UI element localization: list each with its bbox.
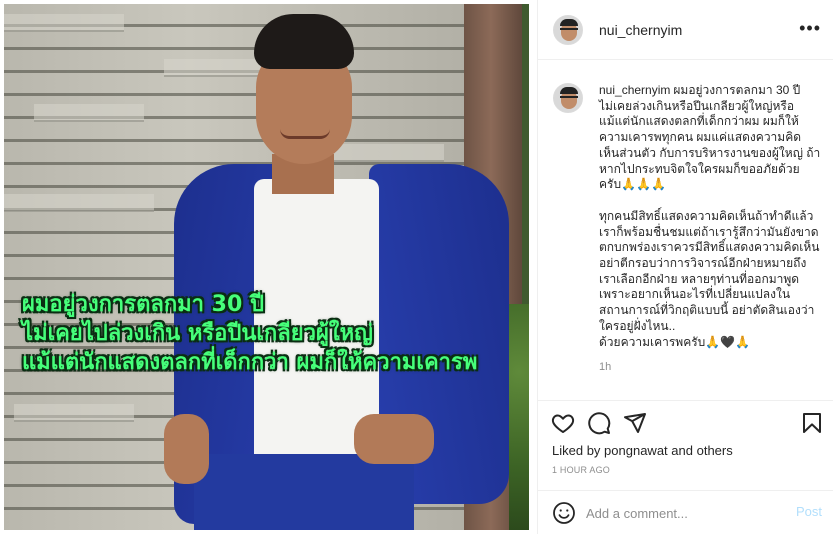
post-comment-button[interactable]: Post (796, 504, 822, 519)
caption-paragraph-1: ผมอยู่วงการตลกมา 30 ปี ไม่เคยล่วงเกินหรื… (599, 83, 821, 192)
bookmark-icon[interactable] (800, 411, 824, 435)
more-options-icon[interactable]: ••• (799, 19, 821, 37)
likes-prefix: Liked by (552, 443, 601, 458)
action-bar (538, 400, 833, 444)
likes-suffix[interactable]: and others (671, 443, 732, 458)
left-hand (164, 414, 209, 484)
comment-input[interactable] (586, 503, 776, 523)
person-figure (154, 14, 514, 530)
comment-bubble-icon[interactable] (587, 411, 611, 435)
post-header: nui_chernyim ••• (538, 0, 833, 60)
caption-area: nui_chernyim ผมอยู่วงการตลกมา 30 ปี ไม่เค… (538, 61, 833, 401)
avatar[interactable] (553, 15, 583, 45)
post-side-panel: nui_chernyim ••• nui_chernyim ผมอยู่วงการ… (537, 0, 833, 534)
overlay-line-2: ไม่เคยไปล่วงเกิน หรือปีนเกลียวผู้ใหญ่ (22, 321, 373, 346)
right-hand (354, 414, 434, 464)
liked-by-username[interactable]: pongnawat (604, 443, 668, 458)
pants (194, 454, 414, 530)
emoji-smile-icon[interactable] (552, 501, 576, 525)
image-text-overlay: ผมอยู่วงการตลกมา 30 ปี ไม่เคยไปล่วงเกิน … (22, 290, 527, 377)
overlay-line-1: ผมอยู่วงการตลกมา 30 ปี (22, 292, 264, 317)
hair (254, 14, 354, 69)
overlay-line-3: แม้แต่นักแสดงตลกที่เด็กกว่า ผมก็ให้ความเ… (22, 350, 478, 375)
instagram-post: ผมอยู่วงการตลกมา 30 ปี ไม่เคยไปล่วงเกิน … (0, 0, 833, 534)
heart-icon[interactable] (551, 411, 575, 435)
caption-avatar[interactable] (553, 83, 583, 113)
caption-text: nui_chernyim ผมอยู่วงการตลกมา 30 ปี ไม่เค… (599, 83, 821, 376)
caption-time[interactable]: 1h (599, 360, 821, 376)
caption-username[interactable]: nui_chernyim (599, 83, 670, 97)
add-comment-bar: Post (538, 490, 833, 534)
likes-summary: Liked by pongnawat and others (552, 443, 733, 458)
post-photo[interactable]: ผมอยู่วงการตลกมา 30 ปี ไม่เคยไปล่วงเกิน … (4, 4, 529, 530)
header-username[interactable]: nui_chernyim (599, 22, 682, 38)
caption-paragraph-2: ทุกคนมีสิทธิ์แสดงความคิดเห็นถ้าทำดีแล้วเ… (599, 208, 820, 349)
post-age[interactable]: 1 HOUR AGO (552, 465, 610, 475)
smile (280, 129, 330, 139)
paper-plane-icon[interactable] (623, 411, 647, 435)
